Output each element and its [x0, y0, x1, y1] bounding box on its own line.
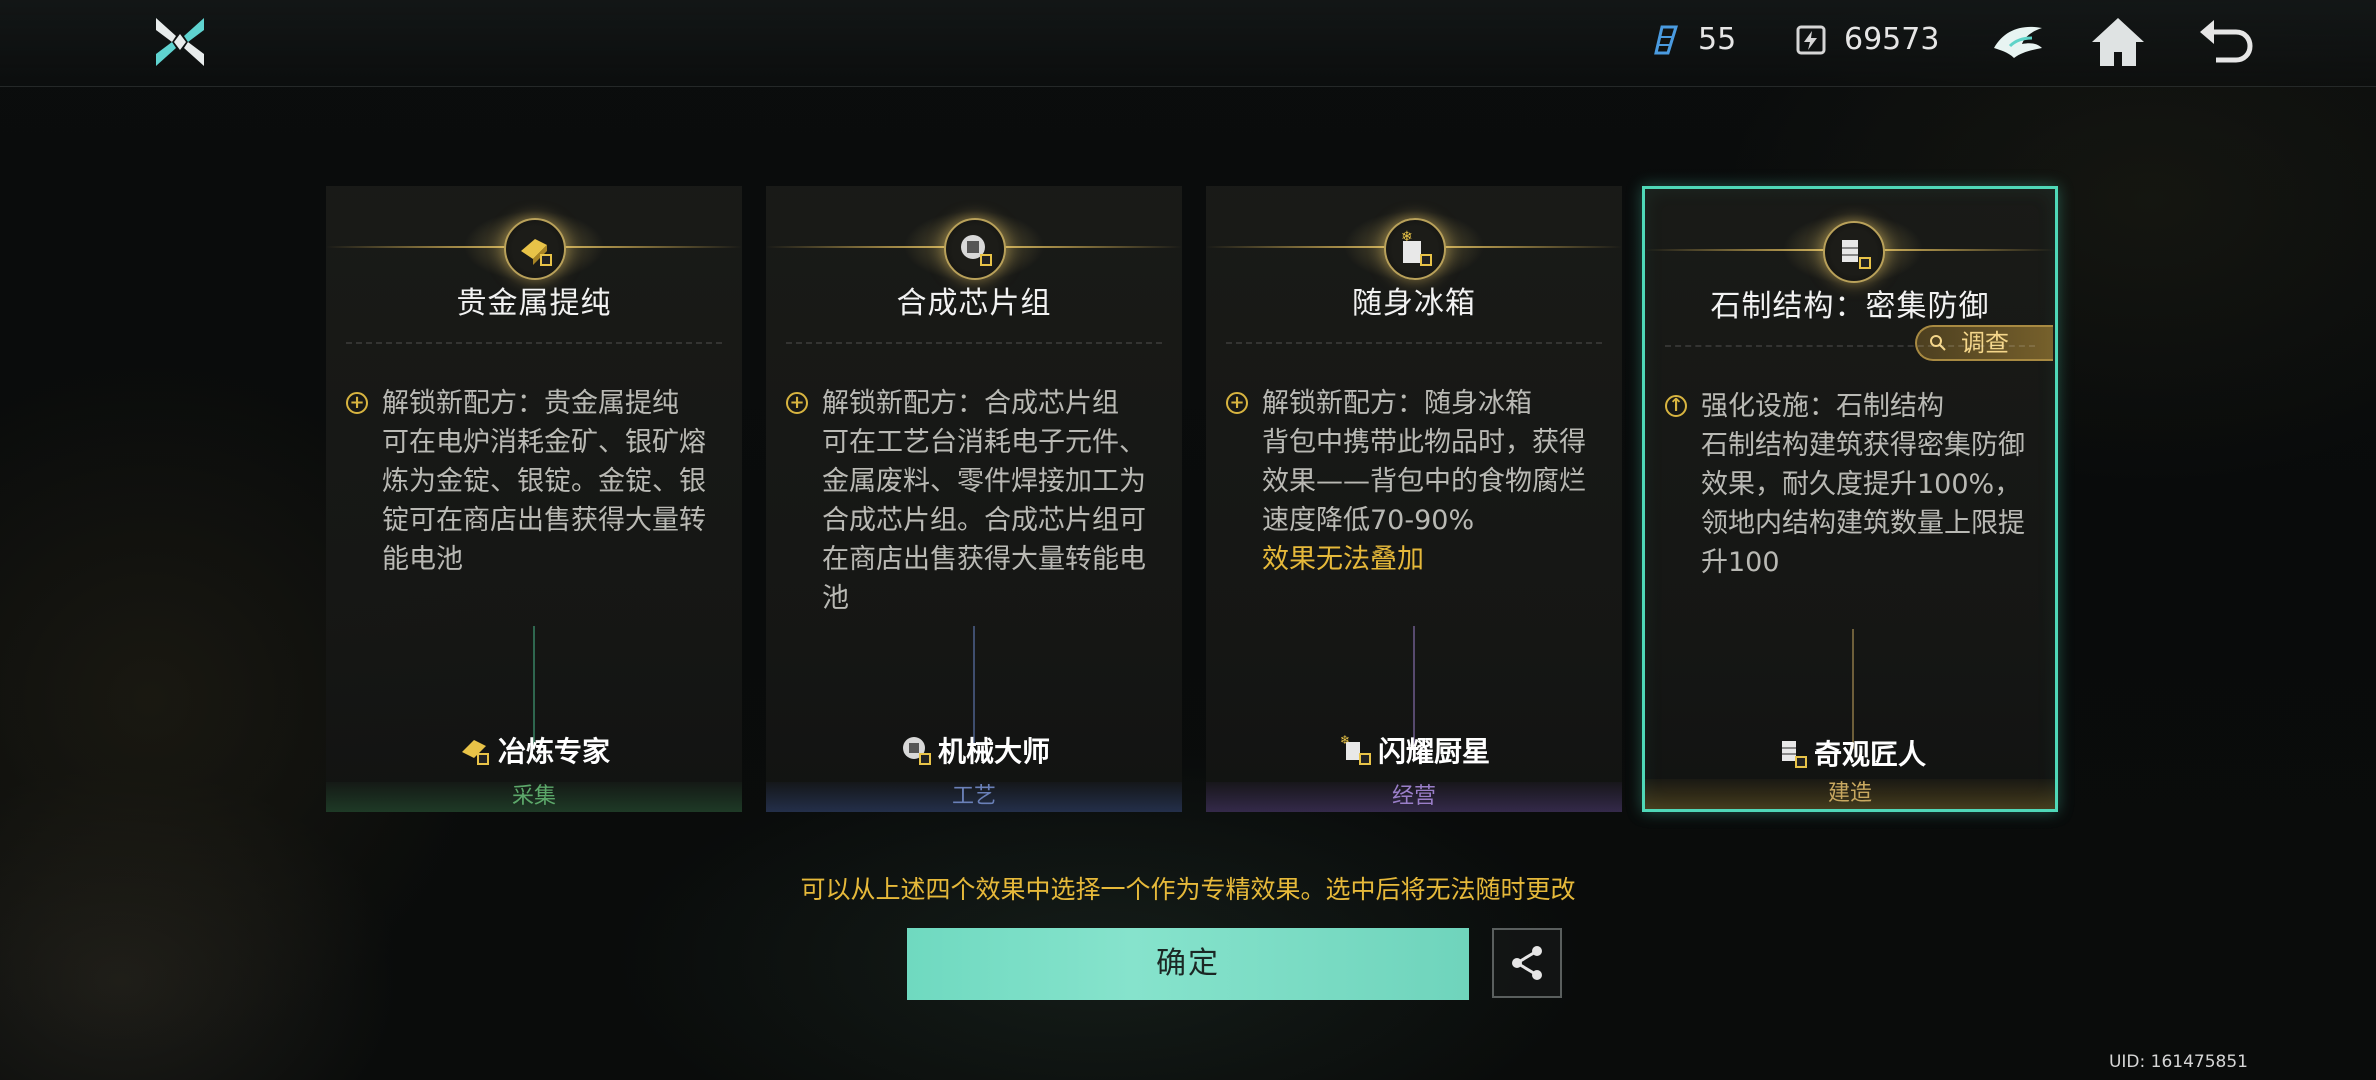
smelting-expert-icon — [461, 740, 489, 765]
wing-emblem-icon[interactable] — [1988, 12, 2048, 72]
resource-counter-1: 55 — [1648, 22, 1736, 57]
resource-2-value: 69573 — [1844, 22, 1940, 57]
card-divider — [1665, 345, 2035, 347]
share-button[interactable] — [1492, 928, 1562, 998]
confirm-button[interactable]: 确定 — [907, 928, 1469, 1000]
back-arrow-icon[interactable] — [2196, 12, 2256, 72]
shining-chef-icon: ❄ — [1340, 733, 1371, 765]
card-title: 合成芯片组 — [896, 286, 1052, 321]
home-icon[interactable] — [2088, 12, 2148, 72]
specialist-label: 奇观匠人 — [1645, 733, 2055, 773]
specialist-name: 奇观匠人 — [1813, 738, 1926, 771]
selection-hint: 可以从上述四个效果中选择一个作为专精效果。选中后将无法随时更改 — [800, 875, 1576, 904]
card-body-text: 可在工艺台消耗电子元件、金属废料、零件焊接加工为合成芯片组。合成芯片组可在商店出… — [822, 427, 1146, 614]
share-icon — [1512, 946, 1542, 980]
stone-block-icon — [1823, 221, 1885, 283]
card-title: 石制结构：密集防御 — [1710, 289, 1990, 324]
mechanic-master-icon — [902, 737, 931, 765]
energy-crystal-icon — [1654, 25, 1679, 54]
wonder-craftsman-icon — [1781, 741, 1807, 768]
investigate-label: 调查 — [1961, 329, 2009, 357]
card-description: + 解锁新配方：合成芯片组 可在工艺台消耗电子元件、金属废料、零件焊接加工为合成芯… — [786, 384, 1164, 618]
chip-icon — [944, 218, 1006, 280]
light-beam — [1413, 626, 1415, 746]
resource-counter-2: 69573 — [1794, 22, 1939, 57]
svg-text:❄: ❄ — [1401, 229, 1413, 245]
specialist-name: 机械大师 — [937, 735, 1050, 768]
specialist-label: ❄ 闪耀厨星 — [1206, 730, 1622, 770]
light-beam — [973, 626, 975, 746]
effect-card-stone-structure[interactable]: 石制结构：密集防御 调查 ↑ 强化设施：石制结构 石制结构建筑获得密集防御效果，耐… — [1642, 186, 2058, 812]
top-bar: 55 69573 — [0, 0, 2376, 87]
card-lead-text: 强化设施：石制结构 — [1701, 391, 1944, 422]
card-lead: ↑ 强化设施：石制结构 — [1665, 387, 2037, 426]
card-divider — [1226, 342, 1602, 344]
investigate-button[interactable]: 调查 — [1915, 325, 2053, 361]
effect-card-smelting[interactable]: 贵金属提纯 + 解锁新配方：贵金属提纯 可在电炉消耗金矿、银矿熔炼为金锭、银锭。金… — [326, 186, 742, 812]
category-label: 工艺 — [766, 782, 1182, 812]
light-beam — [533, 626, 535, 746]
card-warning-text: 效果无法叠加 — [1262, 544, 1424, 575]
effect-card-fridge[interactable]: ❄ 随身冰箱 + 解锁新配方：随身冰箱 背包中携带此物品时，获得效果——背包中的食… — [1206, 186, 1622, 812]
card-description: + 解锁新配方：随身冰箱 背包中携带此物品时，获得效果——背包中的食物腐烂速度降低… — [1226, 384, 1604, 579]
user-id: UID: 161475851 — [2108, 1052, 2248, 1072]
card-body-text: 背包中携带此物品时，获得效果——背包中的食物腐烂速度降低70-90% — [1262, 427, 1586, 536]
card-lead-text: 解锁新配方：随身冰箱 — [1262, 388, 1532, 419]
category-label: 建造 — [1645, 779, 2055, 809]
specialist-label: 冶炼专家 — [326, 730, 742, 770]
card-lead-text: 解锁新配方：合成芯片组 — [822, 388, 1119, 419]
plus-circle-icon: + — [1226, 392, 1248, 414]
search-icon — [1930, 335, 1946, 351]
card-description: ↑ 强化设施：石制结构 石制结构建筑获得密集防御效果，耐久度提升100%，领地内结… — [1665, 387, 2037, 582]
specialist-name: 闪耀厨星 — [1377, 735, 1490, 768]
category-label: 经营 — [1206, 782, 1622, 812]
fridge-icon: ❄ — [1384, 218, 1446, 280]
specialist-name: 冶炼专家 — [497, 735, 610, 768]
card-lead: + 解锁新配方：合成芯片组 — [786, 384, 1164, 423]
light-beam — [1852, 629, 1854, 749]
card-title: 贵金属提纯 — [456, 286, 612, 321]
specialization-screen: 55 69573 贵金属提纯 + 解锁新配方：贵金属提纯 可在电炉消耗金矿、银矿… — [0, 0, 2376, 1080]
specialist-label: 机械大师 — [766, 730, 1182, 770]
card-body-text: 可在电炉消耗金矿、银矿熔炼为金锭、银锭。金锭、银锭可在商店出售获得大量转能电池 — [382, 427, 706, 575]
battery-icon — [1796, 25, 1826, 54]
upgrade-circle-icon: ↑ — [1665, 395, 1687, 417]
gold-ingot-icon — [504, 218, 566, 280]
svg-text:❄: ❄ — [1340, 733, 1350, 747]
plus-circle-icon: + — [346, 392, 368, 414]
resource-1-value: 55 — [1698, 22, 1737, 57]
effect-card-chipset[interactable]: 合成芯片组 + 解锁新配方：合成芯片组 可在工艺台消耗电子元件、金属废料、零件焊接… — [766, 186, 1182, 812]
card-divider — [346, 342, 722, 344]
card-lead-text: 解锁新配方：贵金属提纯 — [382, 388, 679, 419]
card-body-text: 石制结构建筑获得密集防御效果，耐久度提升100%，领地内结构建筑数量上限提升10… — [1701, 430, 2025, 578]
card-lead: + 解锁新配方：随身冰箱 — [1226, 384, 1604, 423]
card-description: + 解锁新配方：贵金属提纯 可在电炉消耗金矿、银矿熔炼为金锭、银锭。金锭、银锭可在… — [346, 384, 724, 579]
category-label: 采集 — [326, 782, 742, 812]
game-logo-icon — [156, 18, 204, 66]
card-divider — [786, 342, 1162, 344]
card-title: 随身冰箱 — [1352, 286, 1476, 321]
plus-circle-icon: + — [786, 392, 808, 414]
card-lead: + 解锁新配方：贵金属提纯 — [346, 384, 724, 423]
